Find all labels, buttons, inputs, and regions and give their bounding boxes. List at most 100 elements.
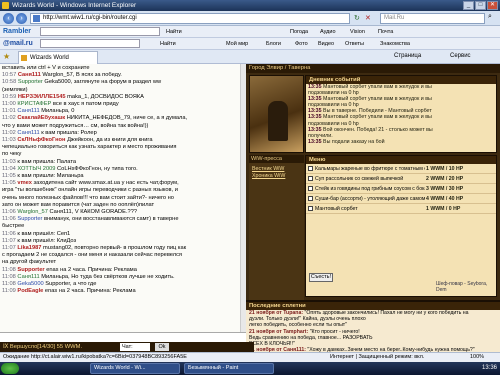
mail-item-mymir[interactable]: Мой мир (226, 38, 248, 50)
chat-nick[interactable]: КРИСТАФЕР (17, 101, 51, 107)
chat-nick[interactable]: vmex (17, 180, 32, 186)
chat-line: 11:03 к вам пришла: Палата (2, 159, 238, 166)
chat-nick[interactable]: ХОТТЫЧ 2009 (17, 166, 55, 172)
menu-item-name: Мантовый сорбет (315, 206, 358, 212)
chat-line: очень много полезных файлов!!! что вам с… (2, 195, 238, 202)
press-link-chronicle[interactable]: Хроника WiW (249, 173, 304, 180)
favorites-star-icon[interactable]: ★ (3, 52, 10, 61)
menu-item[interactable]: Суп рассольник со свежей выпечкой 2 WWM /… (306, 174, 496, 184)
chat-nick[interactable]: СкЛНьфФкоГнон (17, 137, 65, 143)
tavern-menu: Меню Кальмары жареные во фритюре с томат… (305, 155, 497, 297)
maximize-button[interactable]: □ (475, 1, 486, 10)
chat-nick[interactable]: Geka5000 (17, 281, 43, 287)
mail-toolbar: @mail.ru Найти Мой мир Блоги Фото Видео … (0, 38, 500, 50)
mail-item-answers[interactable]: Ответы (345, 38, 364, 50)
chat-nick[interactable]: Саня111 (17, 274, 39, 280)
security-zone: Интернет | Защищенный режим: вкл. (330, 354, 425, 360)
window-titlebar: Wizards World - Windows Internet Explore… (0, 0, 500, 11)
chat-line: 10:58 Supporter Geka5000, заглянуте на ф… (2, 79, 238, 86)
chat-line: 11:05 к вам пришли: Миланьра (2, 173, 238, 180)
menu-item-checkbox[interactable] (308, 206, 313, 211)
chat-nick[interactable]: Саня111 (18, 72, 41, 78)
event-text: подзовавили на 0 hp (308, 120, 359, 127)
mail-search-input[interactable] (40, 39, 140, 48)
chat-nick[interactable]: Supporter (18, 79, 43, 85)
rambler-search-button[interactable]: Найти (166, 26, 182, 38)
chat-channel-select[interactable]: Чат: (120, 343, 150, 351)
close-button[interactable]: ✕ (487, 1, 498, 10)
mail-search-button[interactable]: Найти (160, 38, 176, 50)
chat-line: 11:01 Саня111 Миланьра, 0 (2, 108, 238, 115)
rambler-item-mail[interactable]: Почта (378, 26, 393, 38)
rambler-item-vision[interactable]: Vision (350, 26, 365, 38)
chat-input[interactable] (0, 332, 246, 342)
event-text: подзовавили на 0 hp (308, 90, 359, 97)
chat-nick[interactable]: PodEagle (17, 288, 43, 294)
chat-time: 11:05 (2, 173, 16, 180)
chat-nick[interactable]: Supporter (17, 267, 44, 273)
chat-line: по чеку (2, 151, 238, 158)
menu-item[interactable]: Стейк из говядины под грибным соусом с б… (306, 184, 496, 194)
chat-time: 11:06 (2, 209, 16, 216)
menu-item-checkbox[interactable] (308, 186, 313, 191)
minimize-button[interactable]: _ (463, 1, 474, 10)
chat-message: все в хаус я патом приду (52, 101, 119, 108)
chat-message: mustang02, повторно первый- в прошлом го… (43, 245, 187, 252)
mail-item-dating[interactable]: Знакомства (380, 38, 410, 50)
eat-button[interactable]: Съесть! (309, 273, 333, 282)
game-panel: Город Элвир / Таверна Дневник событий 13… (246, 64, 500, 352)
tab-wizards-world[interactable]: Wizards World (18, 51, 98, 64)
menu-item-name: Суп рассольник со свежей выпечкой (315, 176, 404, 182)
forward-button[interactable]: › (16, 13, 27, 24)
chat-nick[interactable]: Саня111 (17, 130, 39, 136)
chat-message: с прогадаем 2 не создался - они меня и н… (2, 252, 183, 259)
chat-nick[interactable]: Supporter (17, 216, 42, 222)
rambler-logo[interactable]: Rambler (3, 26, 31, 38)
chat-time: 11:02 (2, 129, 16, 136)
mail-item-photo[interactable]: Фото (295, 38, 308, 50)
menu-title: Меню (306, 156, 496, 164)
tools-menu[interactable]: Сервис (450, 53, 471, 59)
menu-item-checkbox[interactable] (308, 176, 313, 181)
gossip-text: легко победить, особенно если ты опыт" (249, 322, 348, 329)
gossip-author[interactable]: 21 ноября от Tupana: (249, 310, 303, 316)
gossip-panel: Последние сплетни 21 ноября от Tupana: "… (246, 300, 500, 352)
page-menu[interactable]: Страница (394, 53, 421, 59)
ok-button[interactable]: Ok (155, 343, 169, 351)
chat-nick[interactable]: Саня111 (17, 108, 39, 114)
menu-item[interactable]: Кальмары жареные во фритюре с томатным с… (306, 164, 496, 174)
chat-nick[interactable]: Warglon_57 (17, 209, 47, 215)
chat-nick[interactable]: НЕРЗЭЙЛЛЕ1545 (18, 94, 66, 100)
rambler-search-input[interactable] (40, 27, 160, 36)
search-icon[interactable]: ⌕ (488, 13, 492, 21)
menu-item-checkbox[interactable] (308, 166, 313, 171)
taskbar-item-paint[interactable]: Безымянный - Paint (184, 363, 274, 374)
start-button[interactable] (1, 363, 19, 374)
mail-item-video[interactable]: Видео (318, 38, 334, 50)
mail-item-blogs[interactable]: Блоги (266, 38, 281, 50)
menu-item[interactable]: Суши-бар (ассорти) - утоляющий даже само… (306, 194, 496, 204)
chat-nick[interactable]: СкаклайЕбухашк (17, 115, 65, 121)
rambler-item-weather[interactable]: Погода (290, 26, 308, 38)
gossip-title: Последние сплетни (246, 302, 500, 310)
stop-icon[interactable]: ✕ (365, 14, 371, 22)
refresh-icon[interactable]: ↻ (354, 14, 360, 22)
search-input[interactable]: Mail.Ru (380, 13, 485, 24)
chat-message: заходитена сайт www.smax.at.ua у нас ест… (33, 180, 179, 187)
press-link-herald[interactable]: Вестник WiW (249, 166, 304, 173)
chat-line: что у вами может подружиться… см, война … (2, 123, 238, 130)
rambler-item-audio[interactable]: Аудио (320, 26, 336, 38)
chat-line: 11:08 Supporter enas на 2 часа. Причина:… (2, 267, 238, 274)
chat-log: вставить или ctrl + V и сохраните 10:57 С… (0, 64, 240, 332)
search-placeholder: Mail.Ru (384, 15, 405, 21)
menu-item-checkbox[interactable] (308, 196, 313, 201)
chat-nick[interactable]: Lika1987 (17, 245, 41, 251)
mailru-logo[interactable]: @mail.ru (3, 38, 33, 50)
menu-item[interactable]: Мантовый сорбет 1 WWM / 0 HP (306, 204, 496, 214)
back-button[interactable]: ‹ (3, 13, 14, 24)
zoom-level[interactable]: 100% (470, 353, 484, 362)
url-input[interactable]: http://wmt.wiw1.ru/cgi-bin/router.cgi (30, 13, 350, 24)
gossip-author[interactable]: 21 ноября от Tamphart: (249, 329, 308, 335)
event-entry: 13:35 Вы подали заказу на бой (306, 139, 496, 145)
taskbar-item-ie[interactable]: Wizards World - Wi... (90, 363, 180, 374)
